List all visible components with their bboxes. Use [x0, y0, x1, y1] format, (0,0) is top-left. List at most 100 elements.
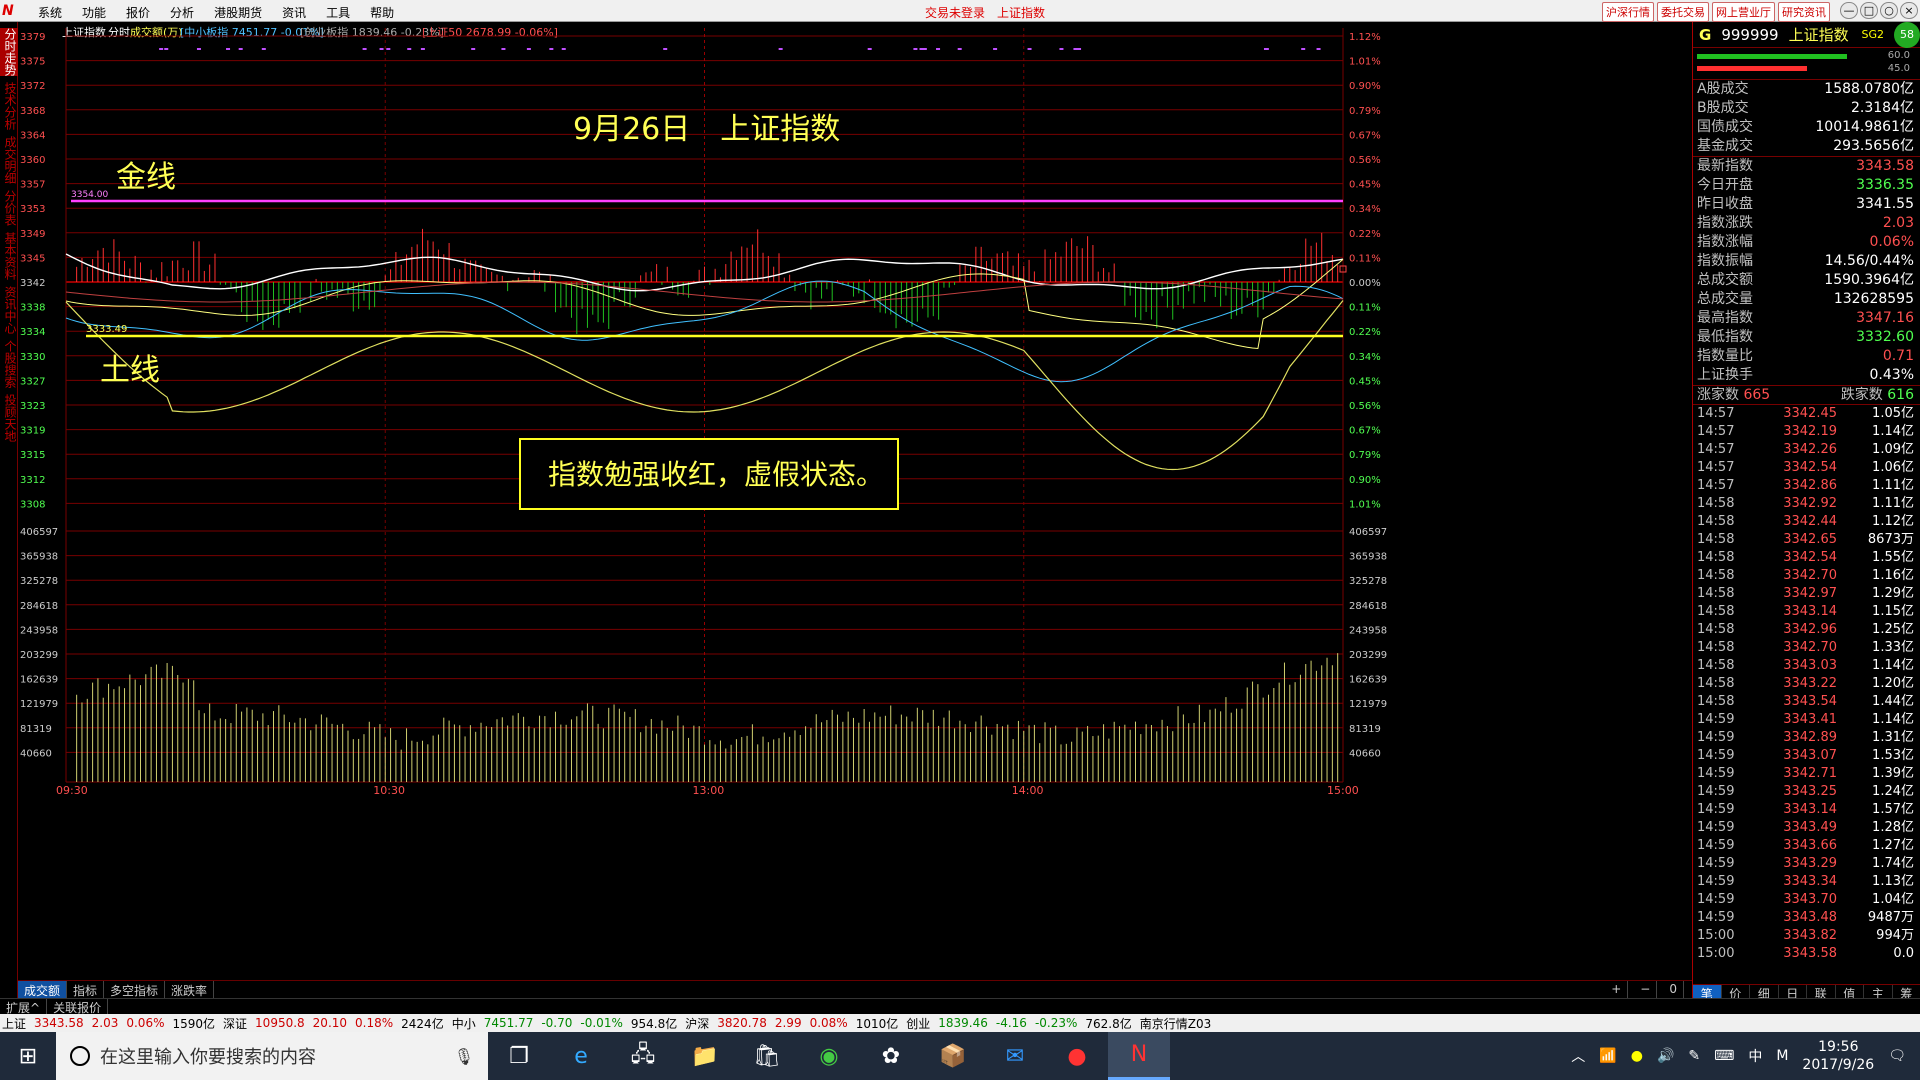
color-app-icon[interactable]: ✿	[860, 1032, 922, 1080]
stat-value: 3336.35	[1856, 177, 1914, 193]
stat-row: 最低指数 3332.60	[1693, 328, 1920, 347]
windows-start-icon[interactable]: ⊞	[0, 1032, 56, 1080]
tick-price: 3342.89	[1783, 730, 1837, 745]
indicator-tab[interactable]: 涨跌率	[165, 981, 215, 998]
left-tab[interactable]: 个股搜索	[0, 340, 18, 388]
top-link-button[interactable]: 委托交易	[1657, 2, 1709, 22]
show-hidden-icons-icon[interactable]: ︿	[1571, 1046, 1585, 1066]
ime-indicator[interactable]: 中	[1748, 1046, 1762, 1066]
status-badge[interactable]: 58	[1894, 21, 1920, 48]
top-link-button[interactable]: 研究资讯	[1778, 2, 1830, 22]
ime-mode[interactable]: M	[1776, 1048, 1788, 1064]
tick-price: 3343.34	[1783, 874, 1837, 889]
menu-item[interactable]: 港股期货	[204, 4, 272, 21]
stat-row: 指数涨跌 2.03	[1693, 214, 1920, 233]
top-link-button[interactable]: 沪深行情	[1602, 2, 1654, 22]
menu-item[interactable]: 资讯	[272, 4, 316, 21]
menu-item[interactable]: 系统	[28, 4, 72, 21]
file-explorer-icon[interactable]: 📁	[674, 1032, 736, 1080]
tick-price: 3342.65	[1783, 532, 1837, 547]
tick-price: 3342.71	[1783, 766, 1837, 781]
indicator-tab[interactable]: 成交额	[18, 981, 68, 998]
left-tab[interactable]: 分时走势	[0, 28, 18, 76]
left-tab[interactable]: 资讯中心	[0, 286, 18, 334]
volume-icon[interactable]: 🔊	[1657, 1048, 1674, 1064]
signal-marker	[501, 48, 506, 50]
minimize-button[interactable]: —	[1840, 2, 1858, 19]
top-link-button[interactable]: 网上营业厅	[1712, 2, 1775, 22]
pen-icon[interactable]: ✎	[1688, 1048, 1700, 1064]
price-tick-label: 3338	[20, 303, 45, 314]
signal-marker	[362, 48, 367, 50]
left-tab[interactable]: 分价表	[0, 190, 18, 226]
mail-app-icon[interactable]: ✉	[984, 1032, 1046, 1080]
tray-app-icon[interactable]: ●	[1631, 1048, 1643, 1064]
notifications-icon[interactable]: 🗨	[1888, 1048, 1906, 1064]
status-item: 954.8亿	[630, 1016, 678, 1031]
status-item: -4.16	[995, 1016, 1027, 1030]
left-tab[interactable]: 基本资料	[0, 232, 18, 280]
zoom-button[interactable]: −	[1634, 981, 1658, 998]
tick-row: 14:59 3343.41 1.14亿	[1693, 711, 1920, 729]
left-tab[interactable]: 投顾天地	[0, 394, 18, 442]
intraday-chart[interactable]: 上证指数 分时 成交额(万) [中小板指 7451.77 -0.01%] [创业板指 1…	[18, 22, 1690, 980]
stat-value: 293.5656亿	[1833, 138, 1914, 154]
stat-label: 最新指数	[1697, 158, 1753, 174]
tick-row: 15:00 3343.58 0.0	[1693, 945, 1920, 963]
menu-item[interactable]: 功能	[72, 4, 116, 21]
left-tab[interactable]: 技术分析	[0, 82, 18, 130]
edge-browser-icon[interactable]: e	[550, 1032, 612, 1080]
tick-time: 14:59	[1697, 766, 1735, 781]
netease-app-icon[interactable]: ●	[1046, 1032, 1108, 1080]
tick-list[interactable]: 14:57 3342.45 1.05亿 14:57 3342.19 1.14亿 14:57 3…	[1693, 405, 1920, 963]
maximize-button[interactable]: □	[1860, 2, 1878, 19]
package-app-icon[interactable]: 📦	[922, 1032, 984, 1080]
menu-item[interactable]: 工具	[316, 4, 360, 21]
left-tab[interactable]: 成交明细	[0, 136, 18, 184]
zoom-button[interactable]: 0	[1663, 981, 1684, 998]
time-tick-label: 10:30	[373, 784, 405, 797]
tick-amount: 1.24亿	[1872, 784, 1914, 799]
tick-amount: 1.53亿	[1872, 748, 1914, 763]
taskbar-search[interactable]: 在这里输入你要搜索的内容 🎙	[56, 1032, 488, 1080]
network-app-icon[interactable]: 🖧	[612, 1032, 674, 1080]
stat-row: 最新指数 3343.58	[1693, 157, 1920, 176]
volume-tick-label: 81319	[20, 724, 52, 735]
indicator-tab[interactable]: 多空指标	[104, 981, 166, 998]
menu-item[interactable]: 帮助	[360, 4, 404, 21]
keyboard-icon[interactable]: ⌨	[1714, 1048, 1734, 1064]
tick-time: 14:58	[1697, 514, 1735, 529]
stat-value: 14.56/0.44%	[1824, 253, 1914, 269]
status-item: 深证	[223, 1016, 248, 1031]
system-clock[interactable]: 19:56 2017/9/26	[1802, 1038, 1874, 1074]
chart-header-name: 上证指数	[62, 25, 106, 39]
menu-item[interactable]: 报价	[116, 4, 160, 21]
tick-amount: 1.57亿	[1872, 802, 1914, 817]
price-tick-label: 3364	[20, 130, 45, 141]
browser-360-icon[interactable]: ◉	[798, 1032, 860, 1080]
wifi-icon[interactable]: 📶	[1599, 1048, 1616, 1064]
indicator-tab[interactable]: 指标	[67, 981, 105, 998]
tick-time: 14:58	[1697, 658, 1735, 673]
sub-tab[interactable]: 关联报价	[47, 999, 109, 1015]
sub-tab[interactable]: 扩展^	[0, 999, 48, 1015]
stock-app-icon[interactable]: N	[1108, 1032, 1170, 1080]
microphone-icon[interactable]: 🎙	[454, 1047, 474, 1066]
strength-bars: 60.0 45.0	[1693, 48, 1920, 80]
task-view-icon[interactable]: ❐	[488, 1032, 550, 1080]
zoom-button[interactable]: +	[1605, 981, 1629, 998]
restore-button[interactable]: ○	[1880, 2, 1898, 19]
title-part: 交易未登录	[925, 6, 986, 20]
volume-tick-label-right: 284618	[1349, 601, 1387, 612]
pct-tick-label: 0.22%	[1349, 229, 1381, 240]
tick-time: 15:00	[1697, 946, 1735, 961]
tick-time: 14:59	[1697, 784, 1735, 799]
stat-row: 指数涨幅 0.06%	[1693, 233, 1920, 252]
stat-row: 昨日收盘 3341.55	[1693, 195, 1920, 214]
stat-label: 指数涨跌	[1697, 215, 1753, 231]
close-button[interactable]: ×	[1900, 2, 1918, 19]
store-icon[interactable]: 🛍	[736, 1032, 798, 1080]
pct-tick-label: 1.01%	[1349, 57, 1381, 68]
down-count: 616	[1887, 387, 1914, 403]
menu-item[interactable]: 分析	[160, 4, 204, 21]
